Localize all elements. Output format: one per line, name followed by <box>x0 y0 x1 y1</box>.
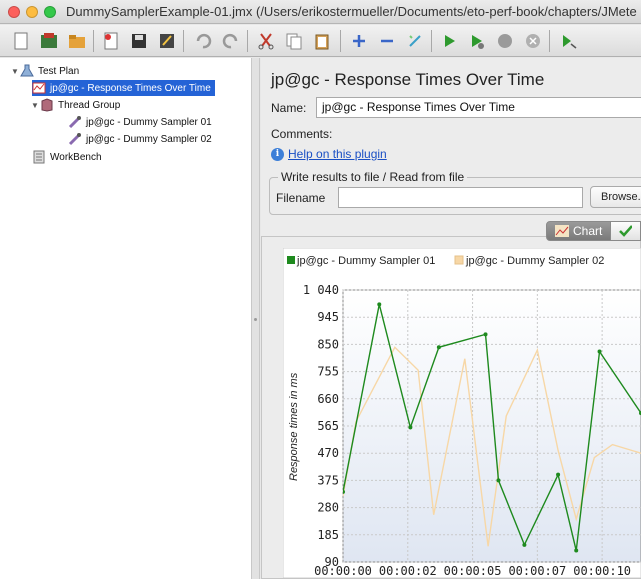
y-tick-label: 280 <box>317 501 339 515</box>
tab-chart-label: Chart <box>573 224 603 238</box>
toggle-icon[interactable] <box>402 29 428 53</box>
sampler-pipette-icon <box>68 115 82 129</box>
templates-icon[interactable] <box>36 29 62 53</box>
name-label: Name: <box>271 101 307 115</box>
series-1-point <box>483 332 488 337</box>
tree-item-dummy-sampler-01[interactable]: jp@gc - Dummy Sampler 01 <box>68 114 212 130</box>
tree-item-label: Thread Group <box>58 99 121 111</box>
collapse-icon[interactable] <box>374 29 400 53</box>
legend-swatch-series-1 <box>287 256 295 264</box>
tab-settings[interactable] <box>611 221 641 241</box>
help-row: i Help on this plugin <box>271 147 387 161</box>
paste-icon[interactable] <box>309 29 335 53</box>
open-icon[interactable] <box>64 29 90 53</box>
thread-group-icon <box>40 98 54 112</box>
y-tick-label: 755 <box>317 365 339 379</box>
help-link[interactable]: Help on this plugin <box>288 147 387 161</box>
save-icon[interactable] <box>126 29 152 53</box>
series-1-point <box>436 345 441 350</box>
expand-icon[interactable] <box>346 29 372 53</box>
y-tick-label: 185 <box>317 528 339 542</box>
legend-label-series-2: jp@gc - Dummy Sampler 02 <box>465 255 604 267</box>
jmeter-window: DummySamplerExample-01.jmx (/Users/eriko… <box>0 0 641 579</box>
info-icon: i <box>271 147 284 161</box>
tree-item-dummy-sampler-02[interactable]: jp@gc - Dummy Sampler 02 <box>68 131 212 147</box>
edit-icon[interactable] <box>154 29 180 53</box>
series-1-point <box>597 349 602 354</box>
y-tick-label: 470 <box>317 446 339 460</box>
redo-icon[interactable] <box>218 29 244 53</box>
tree-item-label: jp@gc - Dummy Sampler 02 <box>86 133 212 145</box>
page-title: jp@gc - Response Times Over Time <box>271 70 545 89</box>
x-tick-label: 00:00:05 <box>444 564 502 578</box>
x-tick-label: 00:00:00 <box>314 564 372 578</box>
test-plan-tree: ▼ Test Plan jp@gc - Response Times Over … <box>0 58 252 579</box>
tree-item-label: jp@gc - Dummy Sampler 01 <box>86 116 212 128</box>
filename-field[interactable] <box>338 187 583 208</box>
tree-item-thread-group[interactable]: ▼ Thread Group <box>30 97 120 113</box>
x-tick-label: 00:00:02 <box>379 564 437 578</box>
series-1-point <box>408 425 413 430</box>
y-tick-label: 565 <box>317 419 339 433</box>
tree-item-label: Test Plan <box>38 65 80 77</box>
start-no-timers-icon[interactable] <box>464 29 490 53</box>
comments-label: Comments: <box>271 127 333 141</box>
y-tick-label: 660 <box>317 392 339 406</box>
tree-item-test-plan[interactable]: ▼ Test Plan <box>10 63 79 79</box>
remote-start-icon[interactable] <box>556 29 582 53</box>
close-window-button[interactable] <box>8 6 20 18</box>
y-axis-label: Response times in ms <box>288 372 300 481</box>
undo-icon[interactable] <box>190 29 216 53</box>
sampler-pipette-icon <box>68 132 82 146</box>
x-tick-label: 00:00:10 <box>573 564 631 578</box>
y-tick-label: 1 040 <box>303 283 339 297</box>
expand-arrow-icon[interactable]: ▼ <box>30 101 40 110</box>
result-tabs: Chart <box>546 221 641 241</box>
series-1-point <box>496 478 501 483</box>
stop-icon[interactable] <box>492 29 518 53</box>
divider-grip-icon <box>254 318 257 321</box>
zoom-window-button[interactable] <box>44 6 56 18</box>
name-field[interactable]: jp@gc - Response Times Over Time <box>316 97 641 118</box>
toolbar <box>0 25 641 57</box>
workbench-icon <box>32 150 46 164</box>
legend-label-series-1: jp@gc - Dummy Sampler 01 <box>296 255 435 267</box>
chart-tab-icon <box>555 225 569 237</box>
checkmark-icon <box>619 225 633 237</box>
filename-label: Filename <box>276 191 326 205</box>
series-1-point <box>377 302 382 307</box>
tree-item-response-times[interactable]: jp@gc - Response Times Over Time <box>32 80 215 96</box>
close-icon[interactable] <box>98 29 124 53</box>
tree-item-label: WorkBench <box>50 151 102 163</box>
window-title: DummySamplerExample-01.jmx (/Users/eriko… <box>66 4 637 19</box>
y-tick-label: 375 <box>317 473 339 487</box>
tree-item-workbench[interactable]: WorkBench <box>32 149 102 165</box>
legend-swatch-series-2 <box>454 255 464 265</box>
start-icon[interactable] <box>436 29 462 53</box>
series-1-point <box>556 472 561 477</box>
title-bar: DummySamplerExample-01.jmx (/Users/eriko… <box>0 0 641 24</box>
y-tick-label: 850 <box>317 337 339 351</box>
cut-icon[interactable] <box>253 29 279 53</box>
file-options-group: Write results to file / Read from file F… <box>269 170 641 215</box>
minimize-window-button[interactable] <box>26 6 38 18</box>
series-1-point <box>574 548 579 553</box>
copy-icon[interactable] <box>281 29 307 53</box>
listener-panel: jp@gc - Response Times Over Time Name: j… <box>261 58 641 579</box>
tab-chart[interactable]: Chart <box>546 221 612 241</box>
browse-button[interactable]: Browse... <box>590 186 641 208</box>
shutdown-icon[interactable] <box>520 29 546 53</box>
file-options-legend: Write results to file / Read from file <box>278 170 468 184</box>
response-times-chart: jp@gc - Dummy Sampler 01 jp@gc - Dummy Sa… <box>283 248 641 578</box>
tree-item-label: jp@gc - Response Times Over Time <box>50 82 211 94</box>
x-tick-label: 00:00:07 <box>508 564 566 578</box>
graph-listener-icon <box>32 81 46 95</box>
expand-arrow-icon[interactable]: ▼ <box>10 67 20 76</box>
series-1-point <box>522 542 527 547</box>
y-tick-label: 945 <box>317 310 339 324</box>
test-plan-icon <box>20 64 34 78</box>
new-icon[interactable] <box>8 29 34 53</box>
